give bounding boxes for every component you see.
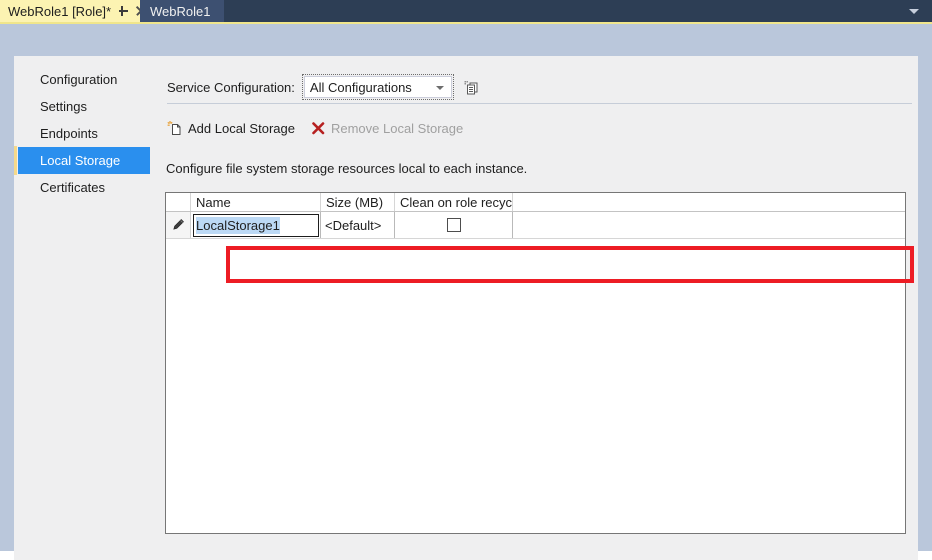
sidebar-item-configuration[interactable]: Configuration (14, 66, 150, 93)
service-configuration-value: All Configurations (310, 80, 412, 95)
table-row[interactable]: LocalStorage1 <Default> (166, 212, 905, 239)
grid-header-clean-on-role-recycle[interactable]: Clean on role recycle (395, 193, 513, 211)
tab-webrole1[interactable]: WebRole1 (140, 0, 224, 22)
grid-cell-size-mb[interactable]: <Default> (321, 212, 395, 238)
name-input-value: LocalStorage1 (196, 217, 280, 234)
grid-header-name[interactable]: Name (191, 193, 321, 211)
tab-overflow-button[interactable] (904, 0, 924, 22)
service-configuration-row: Service Configuration: All Configuration… (167, 76, 481, 98)
sidebar-item-label: Certificates (40, 180, 105, 195)
grid-header-size[interactable]: Size (MB) (321, 193, 395, 211)
tab-label-webrole1-role: WebRole1 [Role]* (8, 4, 111, 19)
local-storage-toolbar: Add Local Storage Remove Local Storage (167, 120, 479, 136)
grid-header-filler (513, 193, 905, 211)
sidebar-item-certificates[interactable]: Certificates (14, 174, 150, 201)
copy-configuration-icon[interactable] (464, 79, 481, 96)
grid-header-row: Name Size (MB) Clean on role recycle (166, 193, 905, 212)
toolbar-separator (167, 103, 912, 104)
service-configuration-label: Service Configuration: (167, 80, 295, 95)
service-configuration-select[interactable]: All Configurations (304, 76, 452, 98)
remove-local-storage-label: Remove Local Storage (331, 121, 463, 136)
sidebar-item-local-storage[interactable]: Local Storage (18, 147, 150, 174)
add-local-storage-label: Add Local Storage (188, 121, 295, 136)
pin-icon[interactable] (117, 5, 130, 18)
sidebar-top-spacer (14, 56, 150, 66)
role-designer-sidebar: Configuration Settings Endpoints Local S… (14, 56, 150, 560)
add-local-storage-icon (167, 120, 183, 136)
remove-local-storage-icon (311, 121, 326, 136)
sidebar-item-label: Local Storage (40, 153, 120, 168)
sidebar-item-endpoints[interactable]: Endpoints (14, 120, 150, 147)
document-tab-strip: WebRole1 [Role]* WebRole1 (0, 0, 932, 22)
sidebar-item-settings[interactable]: Settings (14, 93, 150, 120)
local-storage-grid: Name Size (MB) Clean on role recycle (165, 192, 906, 534)
tab-label-webrole1: WebRole1 (150, 4, 210, 19)
grid-header-rowselector (166, 193, 191, 211)
sidebar-item-label: Settings (40, 99, 87, 114)
pencil-icon (171, 218, 185, 232)
tab-webrole1-role[interactable]: WebRole1 [Role]* (0, 0, 154, 22)
window-frame: Configuration Settings Endpoints Local S… (0, 24, 932, 551)
role-designer-panel: Configuration Settings Endpoints Local S… (14, 56, 918, 560)
sidebar-item-label: Endpoints (40, 126, 98, 141)
sidebar-item-label: Configuration (40, 72, 117, 87)
grid-row-indicator[interactable] (166, 212, 191, 238)
local-storage-content: Service Configuration: All Configuration… (150, 56, 918, 560)
chevron-down-icon (436, 86, 444, 90)
grid-cell-filler (513, 212, 905, 238)
chevron-down-icon (909, 9, 919, 14)
local-storage-description: Configure file system storage resources … (166, 161, 527, 176)
grid-cell-name[interactable]: LocalStorage1 (191, 212, 321, 238)
visual-studio-document-window: WebRole1 [Role]* WebRole1 Configuration … (0, 0, 932, 551)
grid-cell-clean-on-role-recycle[interactable] (395, 212, 513, 238)
add-local-storage-button[interactable]: Add Local Storage (167, 120, 295, 136)
name-input[interactable]: LocalStorage1 (193, 214, 319, 237)
remove-local-storage-button[interactable]: Remove Local Storage (311, 121, 463, 136)
clean-on-role-recycle-checkbox[interactable] (447, 218, 461, 232)
